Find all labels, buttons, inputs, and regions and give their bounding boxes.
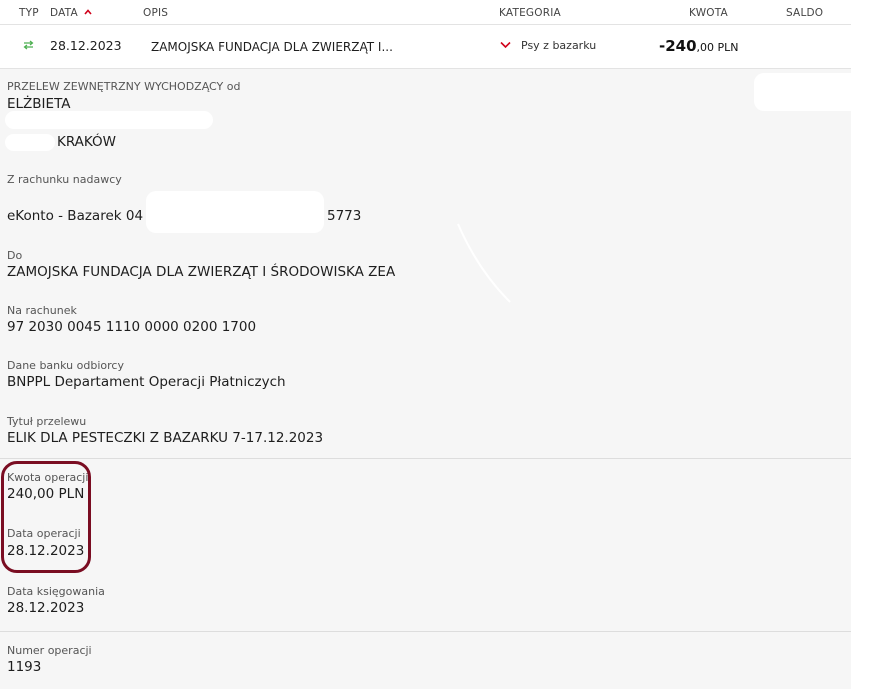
sender-address-redacted bbox=[5, 111, 213, 129]
sender-postcode-redacted bbox=[5, 134, 55, 151]
transaction-date: 28.12.2023 bbox=[50, 38, 122, 53]
transaction-amount: -240,00 PLN bbox=[659, 37, 739, 55]
bank-name: BNPPL Departament Operacji Płatniczych bbox=[7, 374, 286, 390]
redaction-patch bbox=[754, 73, 861, 111]
column-header-kwota: KWOTA bbox=[689, 7, 728, 19]
recipient-label: Do bbox=[7, 249, 23, 262]
column-header-typ: TYP bbox=[19, 7, 39, 19]
transfer-title: ELIK DLA PESTECZKI Z BAZARKU 7-17.12.202… bbox=[7, 430, 324, 446]
highlight-annotation bbox=[1, 461, 91, 573]
transfer-arrows-icon bbox=[23, 40, 34, 50]
column-header-opis: OPIS bbox=[143, 7, 169, 19]
recipient-account-number: 97 2030 0045 1110 0000 0200 1700 bbox=[7, 319, 257, 335]
column-header-kategoria: KATEGORIA bbox=[499, 7, 561, 19]
transaction-category[interactable]: Psy z bazarku bbox=[521, 39, 596, 52]
details-divider bbox=[0, 458, 851, 459]
chevron-down-icon[interactable] bbox=[500, 41, 511, 49]
sort-ascending-icon[interactable] bbox=[84, 8, 92, 16]
from-account-label: Z rachunku nadawcy bbox=[7, 173, 122, 186]
decorative-stroke bbox=[457, 223, 511, 303]
column-header-data[interactable]: DATA bbox=[50, 7, 78, 19]
header-divider bbox=[0, 24, 851, 25]
balance-redacted bbox=[757, 33, 840, 57]
transfer-title-label: Tytuł przelewu bbox=[7, 415, 87, 428]
details-divider-2 bbox=[0, 631, 851, 632]
recipient-account-label: Na rachunek bbox=[7, 304, 77, 317]
from-account-prefix: eKonto - Bazarek 04 1 bbox=[7, 208, 156, 224]
bank-label: Dane banku odbiorcy bbox=[7, 359, 124, 372]
column-header-saldo: SALDO bbox=[786, 7, 824, 19]
operation-number: 1193 bbox=[7, 659, 42, 675]
booking-date-label: Data księgowania bbox=[7, 585, 105, 598]
sender-city: KRAKÓW bbox=[57, 134, 117, 150]
booking-date: 28.12.2023 bbox=[7, 600, 85, 616]
recipient-name: ZAMOJSKA FUNDACJA DLA ZWIERZĄT I ŚRODOWI… bbox=[7, 264, 396, 280]
from-account-redacted bbox=[146, 191, 324, 233]
from-account-suffix: 5773 bbox=[327, 208, 362, 224]
sender-name: ELŻBIETA bbox=[7, 96, 71, 112]
transaction-description: ZAMOJSKA FUNDACJA DLA ZWIERZĄT I... bbox=[151, 40, 393, 54]
operation-number-label: Numer operacji bbox=[7, 644, 92, 657]
sender-label: PRZELEW ZEWNĘTRZNY WYCHODZĄCY od bbox=[7, 80, 241, 93]
